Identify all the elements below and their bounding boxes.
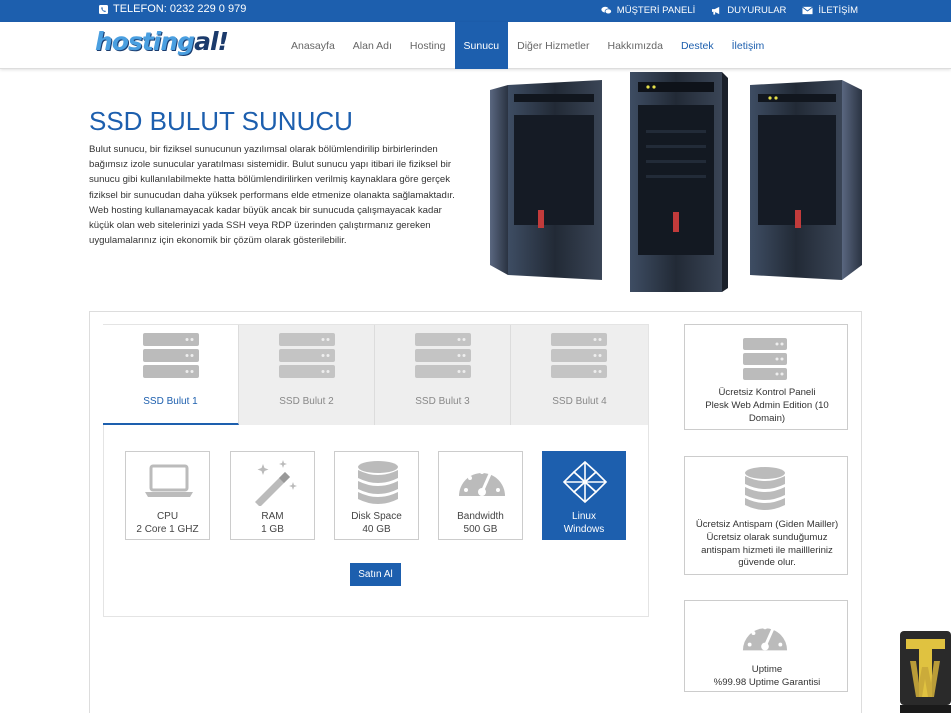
nav-hosting[interactable]: Hosting [401,22,455,69]
bullhorn-icon [712,6,720,15]
server-icon [279,333,335,378]
spec-label: Bandwidth 500 GB [439,511,522,536]
phone-text: TELEFON: 0232 229 0 979 [113,3,247,15]
logo[interactable]: hostingal! [95,27,229,56]
gauge-icon [459,470,505,496]
tab-label: SSD Bulut 4 [552,396,607,407]
nav-about[interactable]: Hakkımızda [599,22,672,69]
feature-line: Uptime [751,664,783,675]
spec-value: 500 GB [463,523,498,535]
server-icon [551,333,607,378]
announcements-label: DUYURULAR [727,5,787,16]
database-icon [745,467,785,510]
spec-name: Disk Space [351,511,402,522]
spec-bandwidth: Bandwidth 500 GB [438,451,523,540]
feature-line: Ücretsiz olarak sunduğumuz [706,531,828,543]
page-title: SSD BULUT SUNUCU [89,106,353,136]
watermark-logo [900,631,951,713]
feature-text: Ücretsiz Antispam (Giden Mailler) Ücrets… [689,519,845,570]
nav-domain[interactable]: Alan Adı [344,22,401,69]
feature-uptime: Uptime %99.98 Uptime Garantisi [684,600,848,692]
tab-label: SSD Bulut 3 [415,396,470,407]
feature-line: Domain) [748,412,786,424]
top-bar: TELEFON: 0232 229 0 979 MÜŞTERİ PANELİ D… [0,0,951,22]
magic-wand-icon [255,460,297,506]
server-icon [743,338,787,380]
spec-name: CPU [156,511,179,522]
nav-contact[interactable]: İletişim [723,22,774,69]
spec-cpu: CPU 2 Core 1 GHZ [125,451,210,540]
tab-ssd-bulut-4[interactable]: SSD Bulut 4 [511,325,648,425]
os-icon [562,460,608,504]
servers-image [490,72,862,292]
spec-value: Windows [563,523,605,535]
feature-line: Plesk Web Admin Edition (10 [705,399,829,411]
gauge-icon [742,625,788,651]
tab-ssd-bulut-1[interactable]: SSD Bulut 1 [103,325,239,425]
hero-description: Bulut sunucu, bir fiziksel sunucunun yaz… [89,144,455,247]
spec-os[interactable]: Linux Windows [542,451,626,540]
spec-ram: RAM 1 GB [230,451,315,540]
server-icon [415,333,471,378]
laptop-icon [145,464,193,497]
feature-line: Ücretsiz Antispam (Giden Mailler) [695,519,839,530]
spec-name: RAM [261,511,284,522]
logo-part-2: al! [194,27,229,56]
nav-support[interactable]: Destek [672,22,723,69]
customer-panel-link[interactable]: MÜŞTERİ PANELİ [601,5,695,16]
feature-text: Uptime %99.98 Uptime Garantisi [689,664,845,690]
feature-line: güvende olur. [738,557,796,569]
phone-icon [99,4,108,14]
spec-label: Linux Windows [543,511,625,536]
tab-label: SSD Bulut 1 [143,396,198,407]
nav-server[interactable]: Sunucu [454,22,509,69]
phone-info: TELEFON: 0232 229 0 979 [98,3,246,15]
contact-top-link[interactable]: İLETİŞİM [802,5,858,16]
nav-home[interactable]: Anasayfa [282,22,344,69]
header: hostingal! Anasayfa Alan Adı Hosting Sun… [0,22,951,69]
spec-disk-space: Disk Space 40 GB [334,451,419,540]
spec-label: Disk Space 40 GB [335,511,418,536]
buy-button[interactable]: Satın Al [350,563,401,586]
feature-control-panel: Ücretsiz Kontrol Paneli Plesk Web Admin … [684,324,848,430]
customer-panel-label: MÜŞTERİ PANELİ [616,5,696,16]
comments-icon [601,6,612,15]
tab-ssd-bulut-2[interactable]: SSD Bulut 2 [239,325,375,425]
feature-line: antispam hizmeti ile maillleriniz [701,544,833,556]
database-icon [358,461,398,504]
tab-label: SSD Bulut 2 [279,396,334,407]
spec-value: 2 Core 1 GHZ [136,523,199,535]
spec-value: 1 GB [261,523,284,535]
spec-label: RAM 1 GB [231,511,314,536]
main-nav: Anasayfa Alan Adı Hosting Sunucu Diğer H… [282,22,773,69]
feature-text: Ücretsiz Kontrol Paneli Plesk Web Admin … [689,387,845,425]
contact-top-label: İLETİŞİM [818,5,858,16]
envelope-icon [802,6,814,15]
spec-label: CPU 2 Core 1 GHZ [126,511,209,536]
spec-name: Linux [572,511,596,522]
nav-other-services[interactable]: Diğer Hizmetler [508,22,598,69]
server-icon [143,333,199,378]
feature-line: Ücretsiz Kontrol Paneli [718,387,816,398]
logo-part-1: hosting [95,27,195,56]
spec-name: Bandwidth [457,511,504,522]
feature-line: %99.98 Uptime Garantisi [713,676,821,688]
announcements-link[interactable]: DUYURULAR [711,5,786,16]
feature-antispam: Ücretsiz Antispam (Giden Mailler) Ücrets… [684,456,848,575]
tab-ssd-bulut-3[interactable]: SSD Bulut 3 [375,325,511,425]
spec-value: 40 GB [362,523,391,535]
